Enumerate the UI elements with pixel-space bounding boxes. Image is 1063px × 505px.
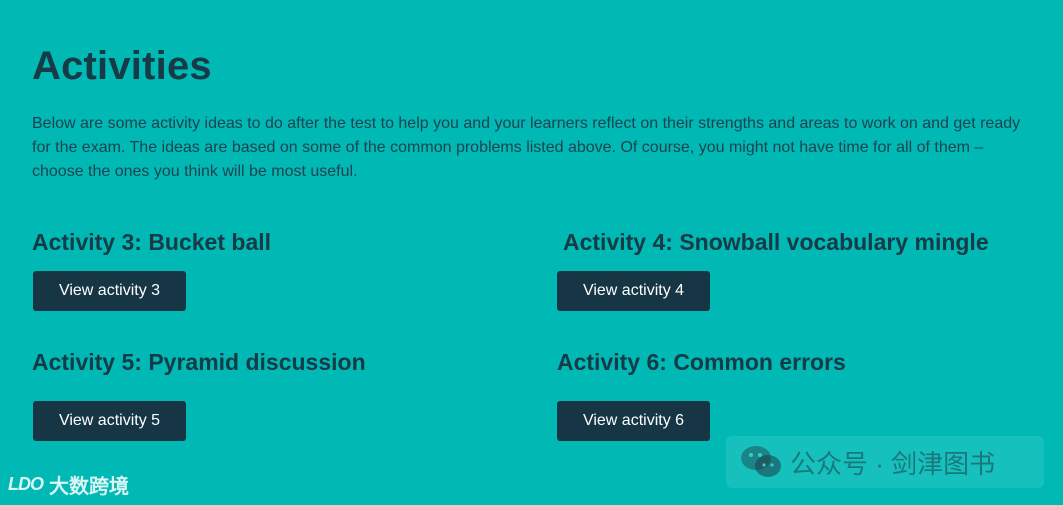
wechat-icon	[741, 446, 781, 477]
view-activity-6-button[interactable]: View activity 6	[557, 401, 710, 441]
activity-3-heading: Activity 3: Bucket ball	[32, 229, 272, 255]
watermark-right: 公众号 · 剑津图书	[726, 436, 1044, 488]
view-activity-3-button[interactable]: View activity 3	[33, 271, 186, 311]
watermark-right-text: 公众号 · 剑津图书	[790, 448, 996, 479]
activity-4-heading: Activity 4: Snowball vocabulary mingle	[563, 229, 989, 255]
brand-logo-icon: LDO	[8, 474, 44, 494]
watermark-left-text: 大数跨境	[49, 476, 129, 498]
watermark-left: LDO 大数跨境	[8, 470, 129, 499]
intro-paragraph: Below are some activity ideas to do afte…	[32, 115, 1021, 180]
page-title: Activities	[32, 44, 212, 88]
view-activity-5-button[interactable]: View activity 5	[33, 401, 186, 441]
view-activity-4-button[interactable]: View activity 4	[557, 271, 710, 311]
activity-5-heading: Activity 5: Pyramid discussion	[32, 349, 366, 375]
activity-6-heading: Activity 6: Common errors	[557, 349, 846, 375]
